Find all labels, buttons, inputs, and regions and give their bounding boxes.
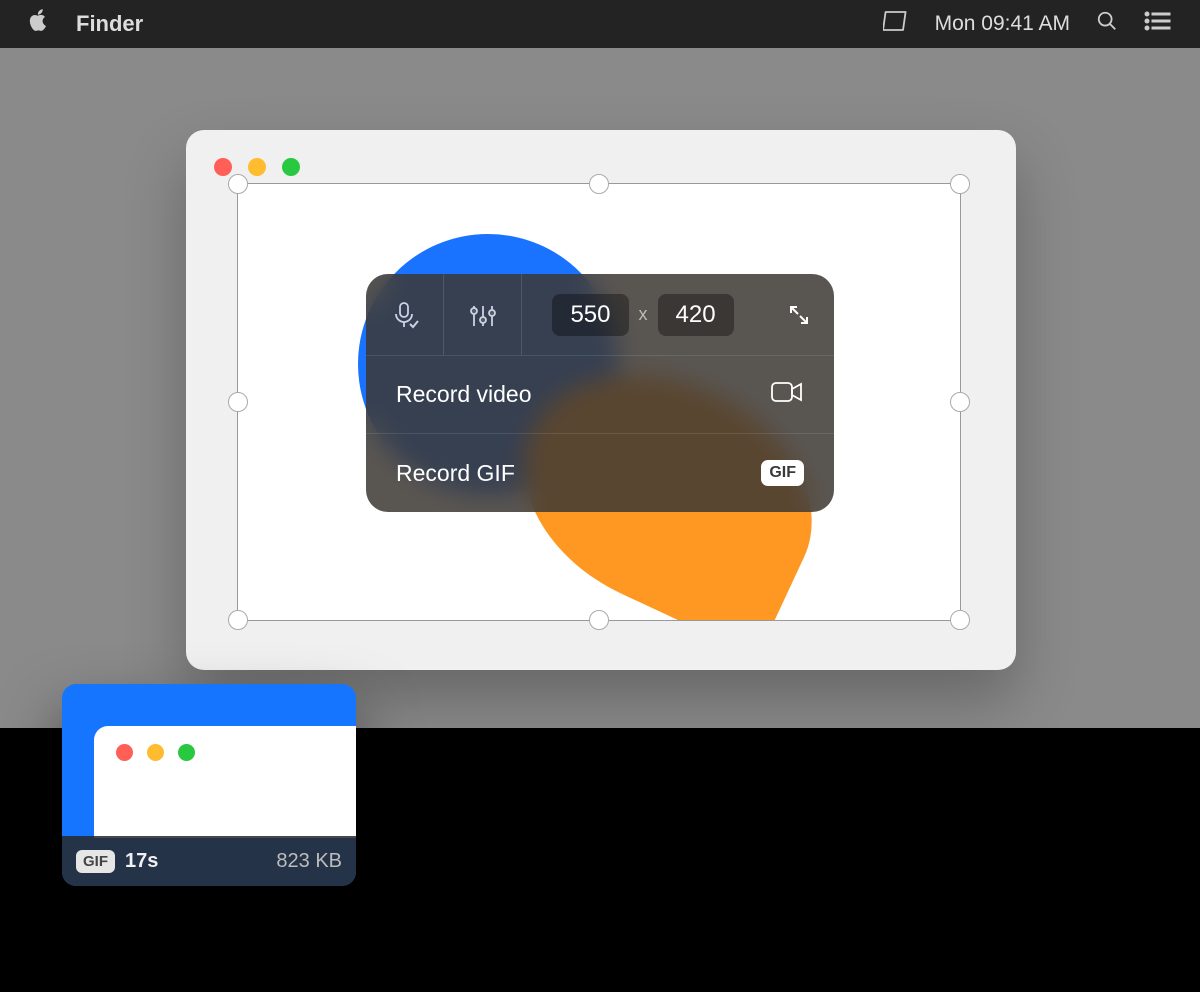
cleanshot-menubar-icon[interactable] <box>883 9 909 39</box>
resize-handle-bottom-right[interactable] <box>950 610 970 630</box>
window-minimize-button[interactable] <box>248 158 266 176</box>
thumb-close-dot <box>116 744 133 761</box>
video-camera-icon <box>770 377 804 413</box>
dimensions-display: 550 x 420 <box>522 294 764 336</box>
record-video-button[interactable]: Record video <box>366 356 834 434</box>
width-input[interactable]: 550 <box>552 294 628 336</box>
resize-handle-mid-right[interactable] <box>950 392 970 412</box>
thumbnail-duration: 17s <box>125 850 158 873</box>
thumb-min-dot <box>147 744 164 761</box>
sample-app-window: 550 x 420 Record video <box>186 130 1016 670</box>
resize-handle-top-mid[interactable] <box>589 174 609 194</box>
resize-handle-bottom-left[interactable] <box>228 610 248 630</box>
fullscreen-button[interactable] <box>764 274 834 355</box>
apple-menu-icon[interactable] <box>28 8 50 40</box>
record-toolbar: 550 x 420 Record video <box>366 274 834 512</box>
resize-handle-mid-left[interactable] <box>228 392 248 412</box>
thumb-zoom-dot <box>178 744 195 761</box>
capture-selection-region[interactable]: 550 x 420 Record video <box>238 184 960 620</box>
gif-badge-icon: GIF <box>761 460 804 486</box>
app-name[interactable]: Finder <box>76 11 143 37</box>
record-gif-button[interactable]: Record GIF GIF <box>366 434 834 512</box>
settings-sliders-button[interactable] <box>444 274 522 355</box>
height-input[interactable]: 420 <box>658 294 734 336</box>
control-center-icon[interactable] <box>1144 11 1172 37</box>
spotlight-search-icon[interactable] <box>1096 10 1118 38</box>
desktop: 550 x 420 Record video <box>0 48 1200 728</box>
thumbnail-filesize: 823 KB <box>276 850 342 873</box>
menubar-clock[interactable]: Mon 09:41 AM <box>935 12 1070 36</box>
menubar: Finder Mon 09:41 AM <box>0 0 1200 48</box>
window-traffic-lights <box>214 158 300 176</box>
record-gif-label: Record GIF <box>396 460 515 487</box>
thumbnail-footer: GIF 17s 823 KB <box>62 836 356 886</box>
thumbnail-window-preview <box>94 726 356 838</box>
microphone-toggle-button[interactable] <box>366 274 444 355</box>
dimension-separator: x <box>639 304 648 325</box>
record-video-label: Record video <box>396 381 532 408</box>
window-close-button[interactable] <box>214 158 232 176</box>
resize-handle-top-right[interactable] <box>950 174 970 194</box>
resize-handle-bottom-mid[interactable] <box>589 610 609 630</box>
window-zoom-button[interactable] <box>282 158 300 176</box>
recording-thumbnail[interactable]: GIF 17s 823 KB <box>62 684 356 886</box>
thumbnail-format-badge: GIF <box>76 850 115 873</box>
resize-handle-top-left[interactable] <box>228 174 248 194</box>
